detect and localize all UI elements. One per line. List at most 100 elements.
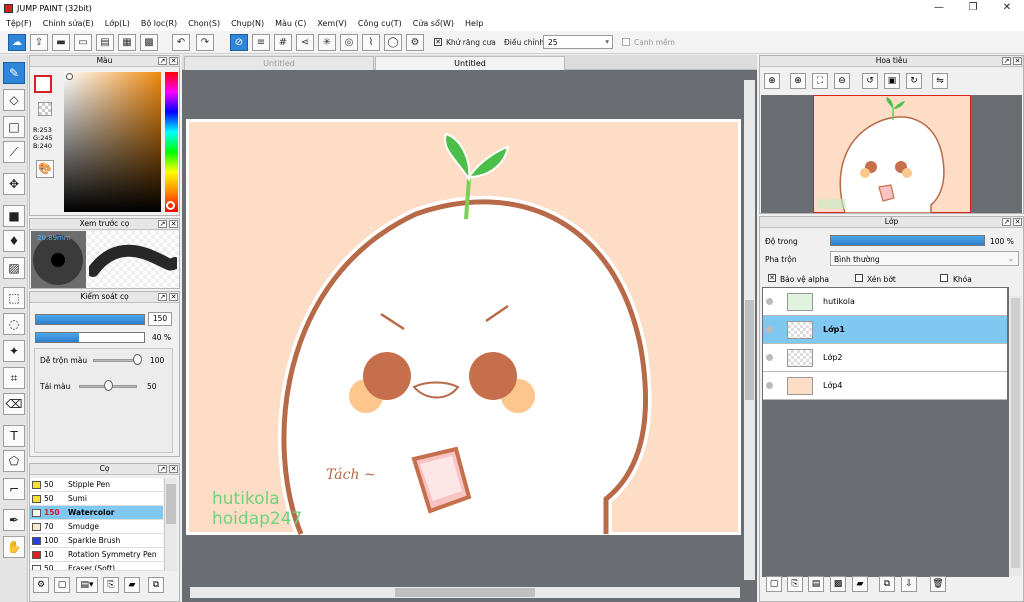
canvas-vertical-scrollbar[interactable] (744, 80, 755, 580)
new-layer-icon[interactable]: ▢ (766, 576, 782, 592)
brush-size-input[interactable]: 150 (148, 312, 172, 326)
snap-settings-icon[interactable]: ⚙ (406, 34, 424, 51)
rectangle-tool-icon[interactable]: □ (3, 116, 25, 138)
undock-icon[interactable]: ↗ (158, 220, 167, 228)
saturation-value-picker[interactable] (64, 72, 161, 212)
menu-file[interactable]: Tệp(F) (6, 19, 32, 28)
blend-slider-thumb[interactable] (133, 354, 142, 365)
menu-edit[interactable]: Chỉnh sửa(E) (43, 19, 94, 28)
layer-opacity-slider[interactable] (830, 235, 985, 246)
menu-color[interactable]: Màu (C) (275, 19, 306, 28)
brush-item[interactable]: 70 Smudge (30, 520, 163, 534)
new-layer-copy-icon[interactable]: ⎘ (787, 576, 803, 592)
snap-circle-icon[interactable]: ◎ (340, 34, 358, 51)
menu-select[interactable]: Chọn(S) (188, 19, 220, 28)
snap-parallel-icon[interactable]: ≡ (252, 34, 270, 51)
undock-icon[interactable]: ↗ (158, 57, 167, 65)
eye-icon[interactable] (766, 326, 773, 333)
brush-item[interactable]: 50 Eraser (Soft) (30, 562, 163, 571)
bucket-tool-icon[interactable]: ♦ (3, 230, 25, 252)
menu-tools[interactable]: Công cụ(T) (358, 19, 402, 28)
reset-rotation-icon[interactable]: ▣ (884, 73, 900, 89)
canvas-horizontal-scrollbar[interactable] (190, 587, 740, 598)
snap-curve-icon[interactable]: ⌇ (362, 34, 380, 51)
snap-grid-icon[interactable]: # (274, 34, 292, 51)
copy-brush-icon[interactable]: ⎘ (103, 577, 119, 593)
picker-cursor[interactable] (66, 73, 73, 80)
duplicate-icon[interactable]: ⧉ (148, 577, 164, 593)
layer-folder-icon[interactable]: ▰ (852, 576, 868, 592)
select-pen-icon[interactable]: ⌗ (3, 367, 25, 389)
brush-item[interactable]: 100 Sparkle Brush (30, 534, 163, 548)
eye-icon[interactable] (766, 382, 773, 389)
layer-row[interactable]: hutikola (763, 288, 1007, 316)
message-icon[interactable]: ▭ (74, 34, 92, 51)
fill-shape-tool-icon[interactable]: ■ (3, 205, 25, 227)
zoom-in-icon[interactable]: ⊕ (764, 73, 780, 89)
new-halftone-icon[interactable]: ▩ (830, 576, 846, 592)
antialias-checkbox[interactable]: ✕ (434, 38, 442, 46)
cloud-icon[interactable]: ☁ (8, 34, 26, 51)
palette-icon[interactable]: 🎨 (36, 160, 54, 178)
eye-icon[interactable] (766, 354, 773, 361)
text-tool-icon[interactable]: T (3, 425, 25, 447)
close-icon[interactable]: ✕ (1013, 218, 1022, 226)
layer-row-selected[interactable]: Lớp1 (763, 316, 1007, 344)
brush-opacity-slider[interactable] (35, 332, 145, 343)
eyedropper-tool-icon[interactable]: ⌐ (3, 478, 25, 500)
scrollbar-thumb[interactable] (1011, 298, 1020, 568)
hue-slider[interactable] (165, 72, 178, 212)
brush-tool-icon[interactable]: ✎ (3, 62, 25, 84)
foreground-color-swatch[interactable] (34, 75, 52, 93)
maximize-button[interactable]: ❐ (956, 0, 990, 16)
blend-slider[interactable] (93, 359, 137, 362)
manipulate-tool-icon[interactable]: ⬠ (3, 450, 25, 472)
new-raster-icon[interactable]: ▤ (808, 576, 824, 592)
paint-load-slider-thumb[interactable] (104, 380, 113, 391)
trash-icon[interactable]: 🗑 (930, 576, 946, 592)
snap-radial-icon[interactable]: ✳ (318, 34, 336, 51)
soft-edge-checkbox[interactable] (622, 38, 630, 46)
select-rect-icon[interactable]: ⬚ (3, 287, 25, 309)
duplicate-layer-icon[interactable]: ⧉ (879, 576, 895, 592)
zoom-out-icon[interactable]: ⊖ (834, 73, 850, 89)
gradient-tool-icon[interactable]: ▨ (3, 257, 25, 279)
redo-icon[interactable]: ↷ (196, 34, 214, 51)
undock-icon[interactable]: ↗ (158, 465, 167, 473)
eraser-tool-icon[interactable]: ◇ (3, 89, 25, 111)
brush-list-scrollbar[interactable] (164, 478, 177, 571)
layer-list-scrollbar[interactable] (1009, 296, 1022, 576)
undock-icon[interactable]: ↗ (1002, 57, 1011, 65)
undo-icon[interactable]: ↶ (172, 34, 190, 51)
lasso-tool-icon[interactable]: ◌ (3, 313, 25, 335)
menu-view[interactable]: Xem(V) (317, 19, 347, 28)
clipping-checkbox[interactable] (855, 274, 863, 282)
scrollbar-thumb[interactable] (395, 588, 535, 597)
tab-untitled-2[interactable]: Untitled (375, 56, 565, 70)
snap-ellipse-icon[interactable]: ◯ (384, 34, 402, 51)
menu-help[interactable]: Help (465, 19, 483, 28)
adjust-select[interactable]: 25 ▾ (543, 35, 613, 49)
lock-checkbox[interactable] (940, 274, 948, 282)
brush-menu-icon[interactable]: ▤▾ (76, 577, 98, 593)
comment-icon[interactable]: ▬ (52, 34, 70, 51)
snap-off-icon[interactable]: ⊘ (230, 34, 248, 51)
layer-row[interactable]: Lớp4 (763, 372, 1007, 400)
new-brush-icon[interactable]: ▢ (54, 577, 70, 593)
snap-vanish-icon[interactable]: ⋖ (296, 34, 314, 51)
pen-tool-icon[interactable]: ✒ (3, 509, 25, 531)
brush-item[interactable]: 50 Sumi (30, 492, 163, 506)
brush-item[interactable]: 50 Stipple Pen (30, 478, 163, 492)
move-tool-icon[interactable]: ✥ (3, 173, 25, 195)
undock-icon[interactable]: ↗ (158, 293, 167, 301)
magic-wand-icon[interactable]: ✦ (3, 340, 25, 362)
close-icon[interactable]: ✕ (169, 57, 178, 65)
grid-icon[interactable]: ▩ (140, 34, 158, 51)
eye-icon[interactable] (766, 298, 773, 305)
page-icon[interactable]: ▤ (96, 34, 114, 51)
brush-item-selected[interactable]: 150 Watercolor (30, 506, 163, 520)
brush-item[interactable]: 10 Rotation Symmetry Pen (30, 548, 163, 562)
layout-icon[interactable]: ▦ (118, 34, 136, 51)
export-icon[interactable]: ⇪ (30, 34, 48, 51)
menu-capture[interactable]: Chụp(N) (231, 19, 264, 28)
